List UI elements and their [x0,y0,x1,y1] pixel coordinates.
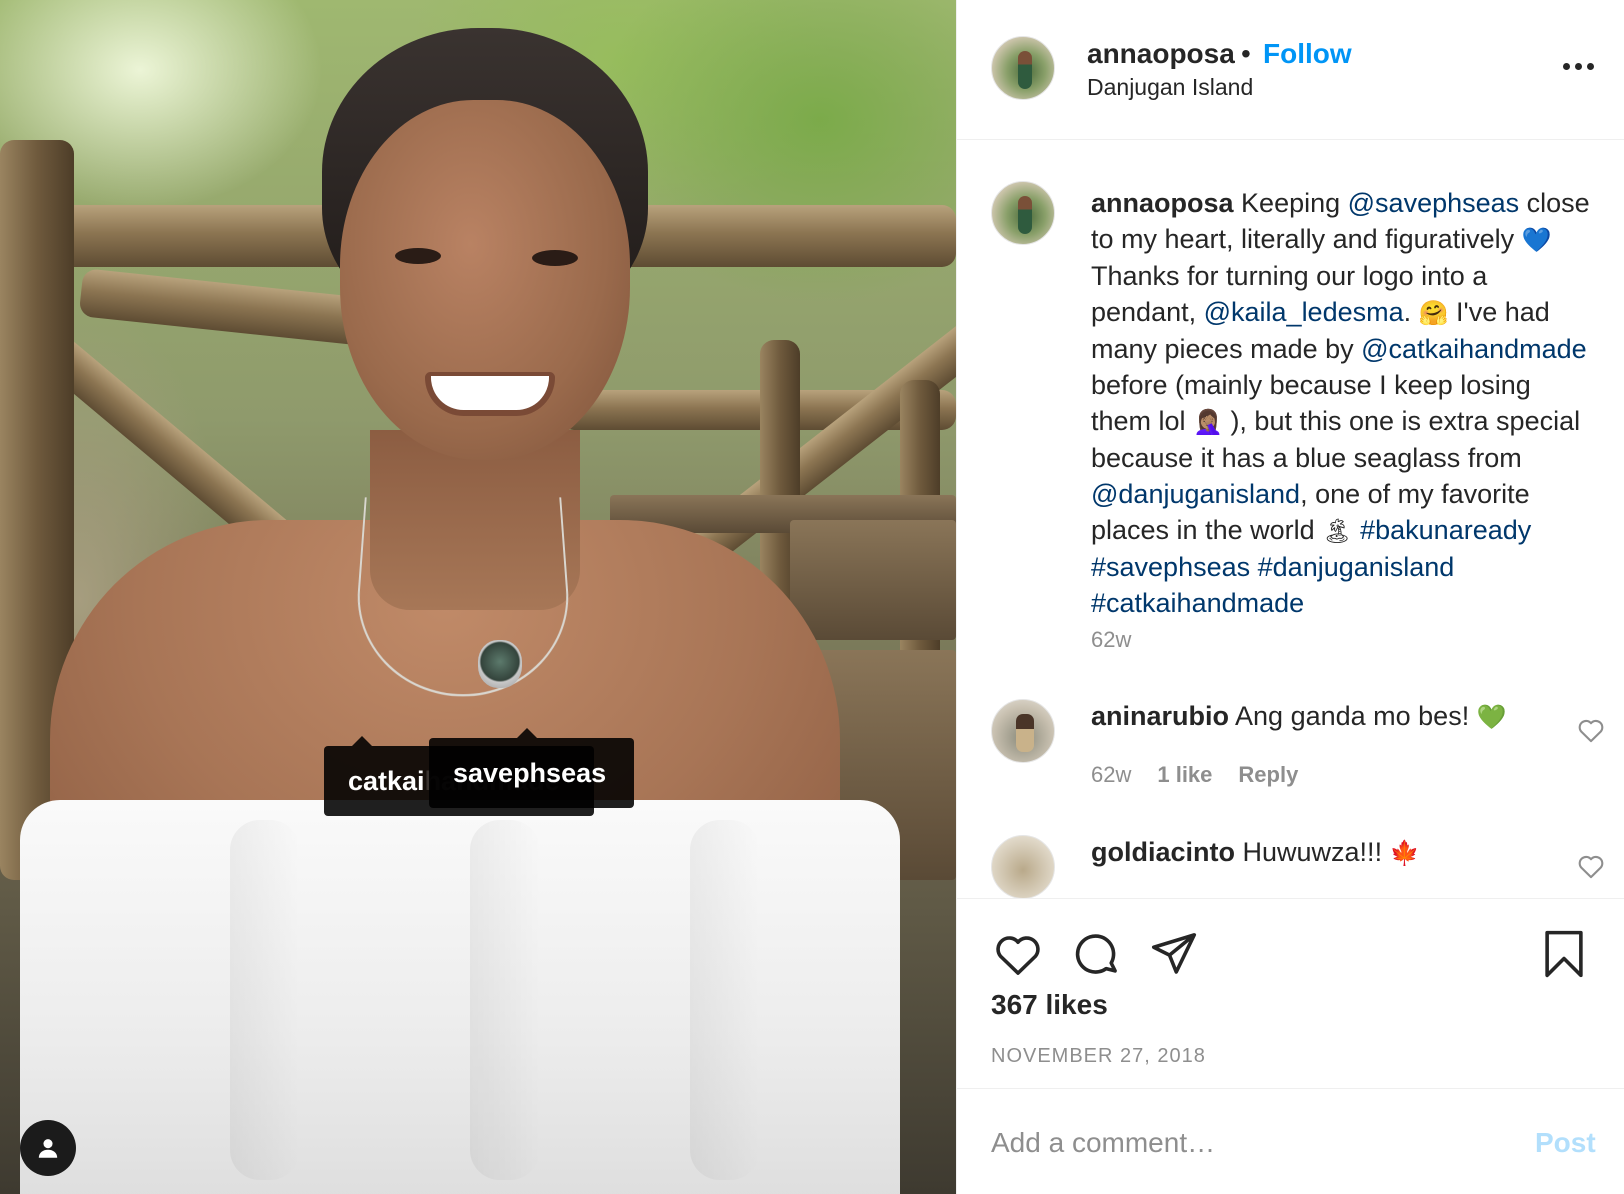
island-emoji: 🏝 [1322,517,1353,545]
action-bar: 367 likes NOVEMBER 27, 2018 [957,898,1624,1088]
post-sidebar: annaoposa • Follow Danjugan Island annao… [956,0,1624,1194]
bookmark-icon[interactable] [1537,927,1591,981]
avatar-figure [1018,51,1032,89]
comments-list[interactable]: annaoposa Keeping @savephseas close to m… [957,141,1624,898]
hashtag-link[interactable]: #danjuganisland [1258,552,1455,582]
post-header: annaoposa • Follow Danjugan Island [957,0,1624,140]
mention-link[interactable]: @catkaihandmade [1361,334,1587,364]
post-button[interactable]: Post [1535,1127,1596,1159]
comment-body: Ang ganda mo bes! [1235,701,1470,731]
avatar[interactable] [991,699,1055,763]
comment-username[interactable]: aninarubio [1091,701,1229,731]
caption-text: Keeping [1241,188,1348,218]
caption-timestamp[interactable]: 62w [1091,627,1131,653]
comment-input[interactable] [991,1115,1491,1171]
comment-timestamp[interactable]: 62w [1091,762,1131,788]
comment-username[interactable]: goldiacinto [1091,837,1235,867]
left-eye [395,248,441,264]
comment-icon[interactable] [1069,927,1123,981]
likes-count[interactable]: 367 likes [991,989,1108,1021]
reply-button[interactable]: Reply [1238,762,1298,788]
follow-button[interactable]: Follow [1263,38,1352,70]
person-icon [38,1139,58,1158]
avatar[interactable] [991,36,1055,100]
share-icon[interactable] [1147,927,1201,981]
mention-link[interactable]: @savephseas [1348,188,1520,218]
avatar-figure [1016,714,1034,752]
user-tags-button[interactable] [20,1120,76,1176]
turtle-pendant [478,640,522,688]
hashtag-link[interactable]: #bakunaready [1360,515,1531,545]
more-options-icon[interactable] [1563,56,1603,76]
tag-label: savephseas [453,758,607,788]
caption: annaoposa Keeping @savephseas close to m… [1091,185,1591,621]
maple-leaf-emoji: 🍁 [1389,839,1420,867]
header-username[interactable]: annaoposa [1087,38,1235,70]
tag-label: catkai [348,766,425,796]
right-eye [532,250,578,266]
comment-text: aninarubio Ang ganda mo bes! 💚 [1091,701,1507,732]
post-photo[interactable]: catkaihandmade savephseas [0,0,956,1194]
hashtag-link[interactable]: #savephseas [1091,552,1250,582]
caption-text [1250,552,1258,582]
hashtag-link[interactable]: #catkaihandmade [1091,588,1304,618]
green-heart-emoji: 💚 [1476,703,1507,731]
comment-like-icon[interactable] [1577,853,1605,879]
blue-heart-emoji: 💙 [1521,226,1552,254]
white-top [20,800,900,1194]
caption-text [1353,515,1361,545]
comment-meta: 62w 1 like Reply [1091,762,1298,788]
facepalm-emoji: 🤦🏽‍♀️ [1193,408,1223,436]
person [0,0,956,1194]
avatar-figure [1018,196,1032,234]
ruffle [470,820,540,1180]
ruffle [690,820,760,1180]
hugging-emoji: 🤗 [1418,299,1449,327]
tag-savephseas[interactable]: savephseas [429,728,634,808]
comment-text: goldiacinto Huwuwza!!! 🍁 [1091,837,1419,868]
comment-like-icon[interactable] [1577,717,1605,743]
mention-link[interactable]: @kaila_ledesma [1204,297,1404,327]
location-link[interactable]: Danjugan Island [1087,74,1253,101]
comment-body: Huwuwza!!! [1242,837,1383,867]
avatar[interactable] [991,835,1055,898]
post-date[interactable]: NOVEMBER 27, 2018 [991,1045,1206,1068]
comment-likes[interactable]: 1 like [1157,762,1212,788]
avatar[interactable] [991,181,1055,245]
mention-link[interactable]: @danjuganisland [1091,479,1300,509]
ruffle [230,820,300,1180]
caption-text: . [1403,297,1419,327]
heart-icon[interactable] [991,927,1045,981]
smile [425,372,555,416]
separator-dot: • [1241,38,1251,69]
caption-username[interactable]: annaoposa [1091,188,1234,218]
add-comment-bar: Post [957,1088,1624,1194]
